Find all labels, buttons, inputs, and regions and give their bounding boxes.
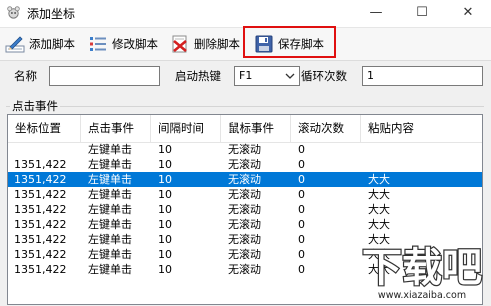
column-header[interactable]: 间隔时间	[151, 115, 221, 142]
cell-scroll: 0	[298, 263, 305, 276]
cell-scroll: 0	[298, 203, 305, 216]
save-highlight-frame	[243, 26, 336, 58]
cell-mouse: 无滚动	[228, 188, 261, 201]
watermark-logo: 下载吧 www.xiazaiba.com	[361, 244, 483, 302]
events-group-title: 点击事件	[10, 98, 60, 114]
delete-script-button[interactable]: 删除脚本	[170, 32, 240, 56]
hotkey-select[interactable]: F1	[234, 66, 300, 86]
cell-click: 左键单击	[88, 173, 132, 186]
cell-click: 左键单击	[88, 248, 132, 261]
cell-mouse: 无滚动	[228, 263, 261, 276]
chevron-down-icon[interactable]	[283, 68, 297, 84]
cell-scroll: 0	[298, 188, 305, 201]
table-row[interactable]: 1351,422 左键单击 10 无滚动 0	[8, 157, 482, 172]
cell-paste: 大大	[368, 218, 390, 231]
table-row[interactable]: 1351,422 左键单击 10 无滚动 0 大大	[8, 172, 482, 187]
close-button[interactable]: ✕	[445, 0, 491, 27]
cell-interval: 10	[158, 218, 172, 231]
add-script-label: 添加脚本	[29, 37, 75, 51]
window-title: 添加坐标	[27, 7, 76, 21]
cell-scroll: 0	[298, 173, 305, 186]
column-header[interactable]: 滚动次数	[291, 115, 361, 142]
cell-click: 左键单击	[88, 188, 132, 201]
cell-pos: 1351,422	[14, 188, 67, 201]
loop-count-label: 循环次数	[301, 69, 347, 83]
cell-paste: 大大	[368, 203, 390, 216]
column-header[interactable]: 坐标位置	[8, 115, 81, 142]
edit-pencil-icon	[5, 36, 25, 53]
column-header[interactable]: 鼠标事件	[221, 115, 291, 142]
cell-pos: 1351,422	[14, 218, 67, 231]
cell-scroll: 0	[298, 248, 305, 261]
cell-click: 左键单击	[88, 143, 132, 156]
hotkey-label: 启动热键	[175, 69, 221, 83]
cell-paste: 大大	[368, 173, 390, 186]
cell-mouse: 无滚动	[228, 143, 261, 156]
edit-script-label: 修改脚本	[112, 37, 158, 51]
cell-interval: 10	[158, 158, 172, 171]
cell-interval: 10	[158, 188, 172, 201]
cell-interval: 10	[158, 248, 172, 261]
hotkey-value: F1	[239, 69, 253, 82]
loop-count-input[interactable]: 1	[362, 66, 483, 86]
delete-x-icon	[172, 35, 187, 53]
cell-mouse: 无滚动	[228, 233, 261, 246]
cell-click: 左键单击	[88, 218, 132, 231]
group-divider	[6, 106, 484, 107]
cell-interval: 10	[158, 173, 172, 186]
cell-click: 左键单击	[88, 233, 132, 246]
cell-interval: 10	[158, 263, 172, 276]
cell-interval: 10	[158, 233, 172, 246]
cell-scroll: 0	[298, 218, 305, 231]
column-header[interactable]: 点击事件	[81, 115, 151, 142]
delete-script-label: 删除脚本	[194, 37, 240, 51]
maximize-button[interactable]: ☐	[399, 0, 445, 27]
app-icon	[7, 6, 20, 19]
cell-scroll: 0	[298, 143, 305, 156]
name-label: 名称	[14, 69, 37, 83]
cell-pos: 1351,422	[14, 203, 67, 216]
table-header: 坐标位置 点击事件 间隔时间 鼠标事件 滚动次数 粘贴内容	[8, 115, 482, 143]
minimize-button[interactable]: —	[353, 0, 399, 27]
table-row[interactable]: 1351,422 左键单击 10 无滚动 0 大大	[8, 202, 482, 217]
edit-script-button[interactable]: 修改脚本	[88, 32, 158, 56]
cell-click: 左键单击	[88, 263, 132, 276]
table-row[interactable]: 左键单击 10 无滚动 0	[8, 142, 482, 157]
table-row[interactable]: 1351,422 左键单击 10 无滚动 0 大大	[8, 187, 482, 202]
checklist-icon	[90, 37, 106, 51]
cell-pos: 1351,422	[14, 233, 67, 246]
site-watermark: 下载吧 www.xiazaiba.com	[356, 237, 488, 303]
watermark-url-text: www.xiazaiba.com	[378, 290, 466, 301]
cell-mouse: 无滚动	[228, 203, 261, 216]
table-row[interactable]: 1351,422 左键单击 10 无滚动 0 大大	[8, 217, 482, 232]
cell-scroll: 0	[298, 158, 305, 171]
column-header[interactable]: 粘贴内容	[361, 115, 482, 142]
cell-pos: 1351,422	[14, 248, 67, 261]
cell-mouse: 无滚动	[228, 218, 261, 231]
title-bar: 添加坐标 — ☐ ✕	[0, 0, 491, 28]
cell-paste: 大大	[368, 188, 390, 201]
cell-mouse: 无滚动	[228, 173, 261, 186]
cell-pos: 1351,422	[14, 158, 67, 171]
cell-mouse: 无滚动	[228, 158, 261, 171]
cell-click: 左键单击	[88, 203, 132, 216]
cell-pos: 1351,422	[14, 173, 67, 186]
cell-interval: 10	[158, 203, 172, 216]
cell-scroll: 0	[298, 233, 305, 246]
name-input[interactable]	[49, 66, 160, 86]
cell-click: 左键单击	[88, 158, 132, 171]
add-script-button[interactable]: 添加脚本	[5, 32, 75, 56]
cell-interval: 10	[158, 143, 172, 156]
cell-pos: 1351,422	[14, 263, 67, 276]
watermark-brand-text: 下载吧	[362, 245, 482, 291]
cell-mouse: 无滚动	[228, 248, 261, 261]
